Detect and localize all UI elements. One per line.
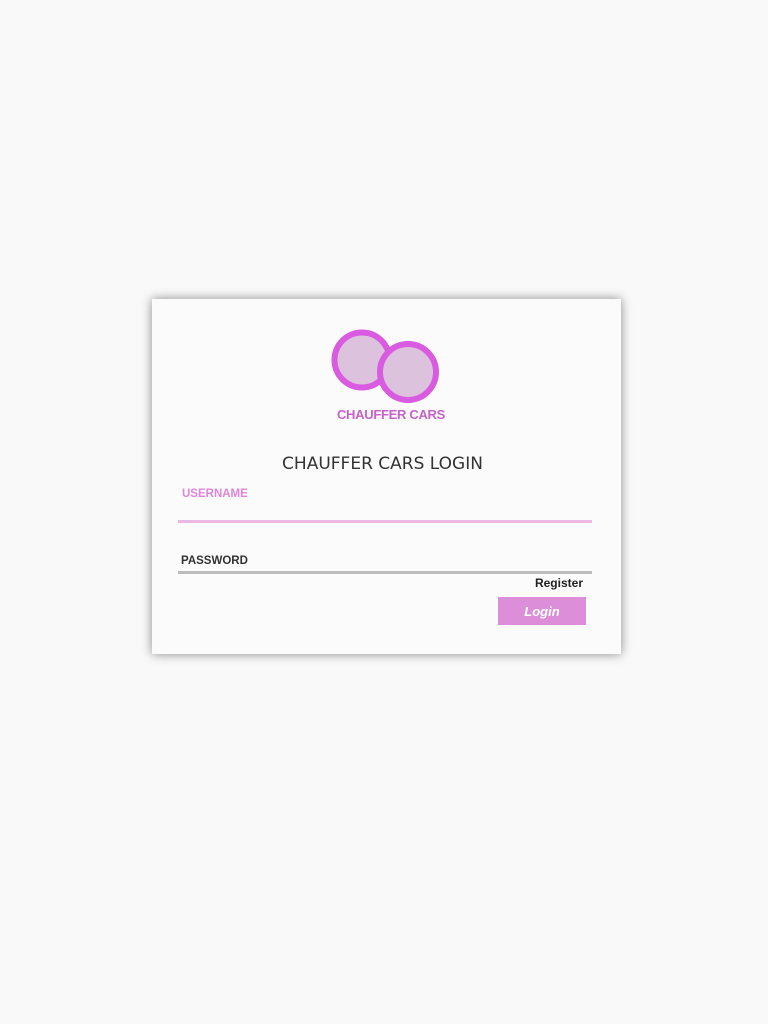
login-title: CHAUFFER CARS LOGIN [282,454,483,474]
login-button[interactable]: Login [498,597,586,625]
register-link[interactable]: Register [535,576,583,590]
login-card: CHAUFFER CARS CHAUFFER CARS LOGIN USERNA… [152,299,621,654]
logo-ring-right [377,341,439,403]
password-input[interactable] [178,551,592,574]
two-rings-logo-icon [331,329,439,403]
brand-logo: CHAUFFER CARS [331,328,445,422]
username-input[interactable] [178,500,592,523]
username-label: USERNAME [182,488,248,500]
logo-text: CHAUFFER CARS [336,407,446,422]
